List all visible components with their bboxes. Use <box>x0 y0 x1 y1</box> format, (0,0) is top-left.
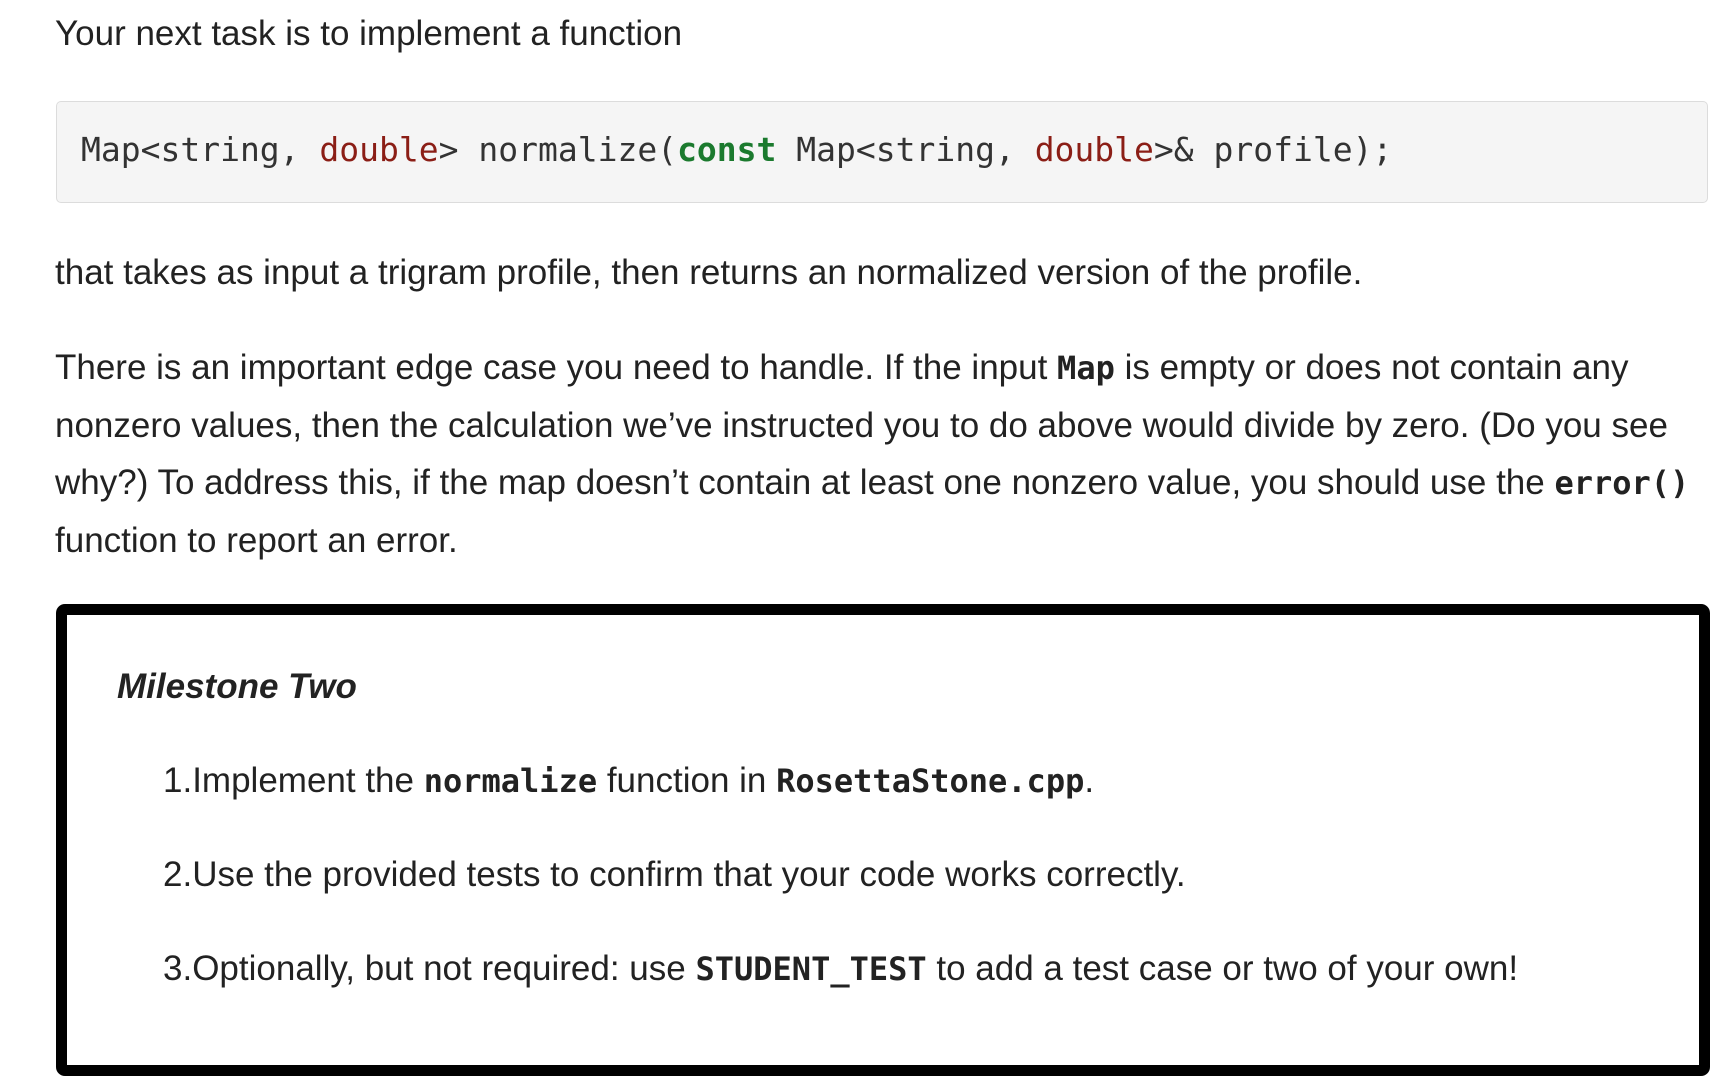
code-type-token: double <box>1034 130 1154 169</box>
list-item-text: Use the provided tests to confirm that y… <box>192 855 1186 894</box>
list-item-number: 3. <box>163 949 193 988</box>
list-item-text: Implement the <box>192 761 424 800</box>
paragraph-text: There is an important edge case you need… <box>55 348 1058 387</box>
list-item: 2. Use the provided tests to confirm tha… <box>163 849 1518 901</box>
code-keyword-token: const <box>677 130 777 169</box>
code-token: >& profile); <box>1153 130 1393 169</box>
code-token: > normalize( <box>438 130 678 169</box>
list-item-text: Optionally, but not required: use <box>192 949 696 988</box>
function-signature: Map<string, double> normalize(const Map<… <box>81 125 1392 175</box>
paragraph-text: function to report an error. <box>55 521 458 560</box>
code-token: Map<string, <box>81 130 320 169</box>
code-type-token: double <box>319 130 439 169</box>
milestone-list: 1. Implement the normalize function in R… <box>163 755 1518 1037</box>
inline-code-error: error() <box>1554 464 1690 502</box>
intro-text: Your next task is to implement a functio… <box>55 14 683 53</box>
inline-code-normalize: normalize <box>423 762 598 800</box>
code-block: Map<string, double> normalize(const Map<… <box>56 101 1708 203</box>
list-item-text: function in <box>597 761 777 800</box>
milestone-title: Milestone Two <box>117 667 357 706</box>
edge-case-paragraph: There is an important edge case you need… <box>55 339 1705 569</box>
description-paragraph: that takes as input a trigram profile, t… <box>55 253 1363 292</box>
inline-code-student-test: STUDENT_TEST <box>695 950 927 988</box>
inline-code-map: Map <box>1057 349 1115 387</box>
list-item-number: 2. <box>163 855 193 894</box>
list-item-text: to add a test case or two of your own! <box>926 949 1519 988</box>
list-item-text: . <box>1084 761 1095 800</box>
list-item: 3. Optionally, but not required: use STU… <box>163 943 1518 995</box>
code-token: Map<string, <box>776 130 1035 169</box>
list-item: 1. Implement the normalize function in R… <box>163 755 1518 807</box>
inline-code-filename: RosettaStone.cpp <box>776 762 1085 800</box>
milestone-box: Milestone Two 1. Implement the normalize… <box>56 604 1710 1076</box>
list-item-number: 1. <box>163 761 193 800</box>
